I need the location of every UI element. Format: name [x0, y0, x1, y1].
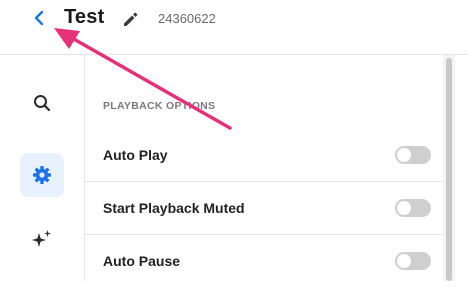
toggle-knob [397, 254, 411, 268]
pencil-icon [124, 12, 138, 26]
side-rail [0, 55, 85, 281]
gear-icon [33, 166, 51, 184]
search-button[interactable] [20, 81, 64, 125]
option-row-auto-play: Auto Play [85, 129, 443, 181]
option-row-auto-pause: Auto Pause [85, 235, 443, 287]
ai-features-button[interactable] [20, 217, 64, 261]
option-label: Auto Pause [103, 253, 181, 269]
auto-pause-toggle[interactable] [395, 252, 431, 270]
page-title: Test [64, 6, 105, 28]
option-row-start-muted: Start Playback Muted [85, 182, 443, 234]
toggle-knob [397, 148, 411, 162]
video-id: 24360622 [158, 11, 216, 26]
settings-button[interactable] [20, 153, 64, 197]
settings-panel: PLAYBACK OPTIONS Auto Play Start Playbac… [85, 55, 443, 281]
search-icon [34, 95, 51, 112]
start-muted-toggle[interactable] [395, 199, 431, 217]
auto-play-toggle[interactable] [395, 146, 431, 164]
chevron-left-icon [34, 10, 44, 26]
edit-title-button[interactable] [121, 10, 139, 28]
option-label: Auto Play [103, 147, 168, 163]
section-title: PLAYBACK OPTIONS [103, 100, 216, 112]
option-label: Start Playback Muted [103, 200, 245, 216]
scrollbar-thumb[interactable] [446, 58, 452, 281]
back-button[interactable] [30, 8, 48, 28]
sparkles-icon [32, 230, 51, 247]
toggle-knob [397, 201, 411, 215]
header: Test 24360622 [0, 0, 468, 55]
